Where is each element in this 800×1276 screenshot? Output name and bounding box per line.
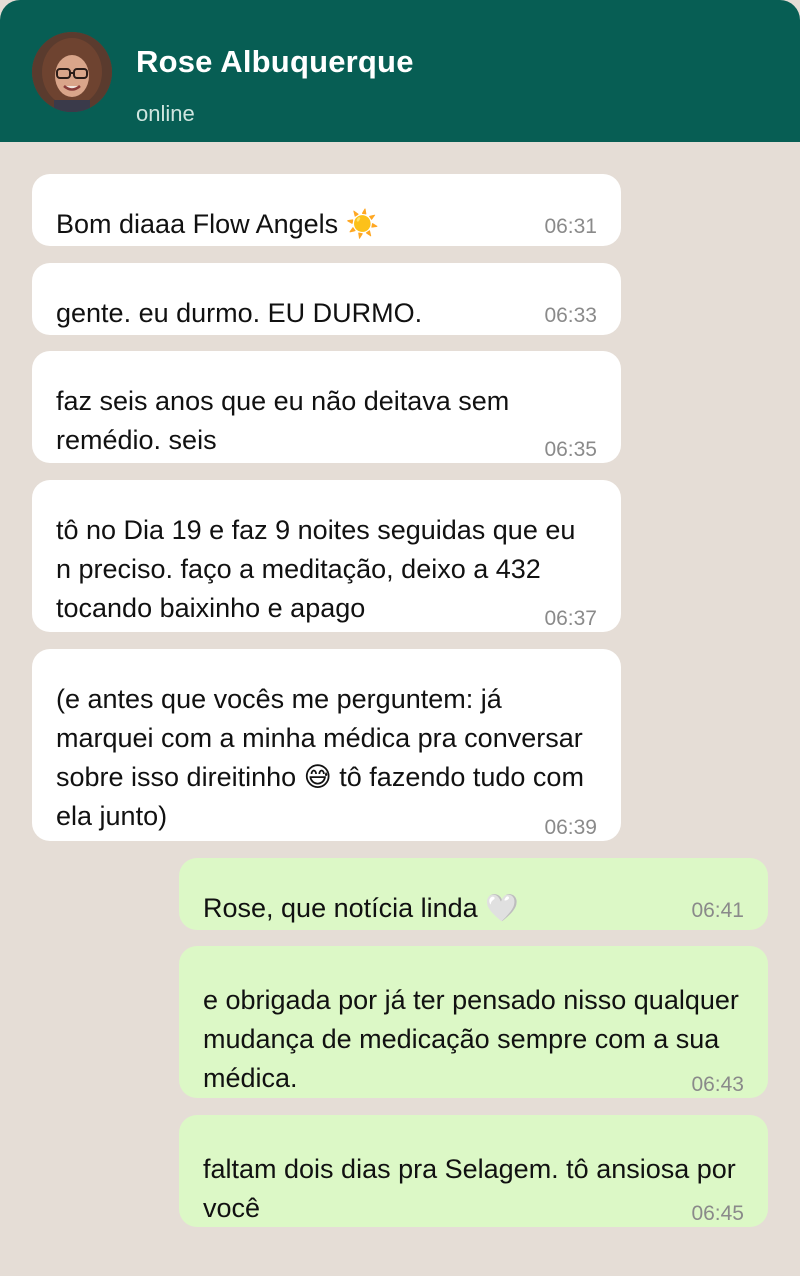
- message-bubble-incoming[interactable]: Bom diaaa Flow Angels ☀️ 06:31: [32, 174, 621, 246]
- message-time: 06:41: [691, 899, 744, 922]
- message-bubble-incoming[interactable]: tô no Dia 19 e faz 9 noites seguidas que…: [32, 480, 621, 632]
- message-bubble-outgoing[interactable]: e obrigada por já ter pensado nisso qual…: [179, 946, 768, 1098]
- message-bubble-outgoing[interactable]: Rose, que notícia linda 🤍 06:41: [179, 858, 768, 930]
- message-text: faltam dois dias pra Selagem. tô ansiosa…: [203, 1154, 736, 1223]
- message-text: e obrigada por já ter pensado nisso qual…: [203, 985, 739, 1093]
- message-text: faz seis anos que eu não deitava sem rem…: [56, 386, 510, 455]
- message-bubble-incoming[interactable]: gente. eu durmo. EU DURMO. 06:33: [32, 263, 621, 335]
- contact-name[interactable]: Rose Albuquerque: [136, 44, 414, 80]
- message-time: 06:31: [544, 215, 597, 238]
- message-text: tô no Dia 19 e faz 9 noites seguidas que…: [56, 515, 576, 623]
- message-time: 06:33: [544, 304, 597, 327]
- message-time: 06:39: [544, 816, 597, 839]
- message-bubble-incoming[interactable]: faz seis anos que eu não deitava sem rem…: [32, 351, 621, 463]
- contact-status: online: [136, 101, 195, 126]
- message-bubble-outgoing[interactable]: faltam dois dias pra Selagem. tô ansiosa…: [179, 1115, 768, 1227]
- avatar-photo: [32, 32, 112, 112]
- message-time: 06:43: [691, 1073, 744, 1096]
- chat-header: Rose Albuquerque online: [0, 0, 800, 142]
- message-text: (e antes que vocês me perguntem: já marq…: [56, 684, 584, 831]
- message-text: Bom diaaa Flow Angels ☀️: [56, 209, 380, 239]
- chat-window: Rose Albuquerque online Bom diaaa Flow A…: [0, 0, 800, 1276]
- message-time: 06:35: [544, 438, 597, 461]
- message-text: gente. eu durmo. EU DURMO.: [56, 298, 423, 328]
- message-bubble-incoming[interactable]: (e antes que vocês me perguntem: já marq…: [32, 649, 621, 841]
- message-time: 06:45: [691, 1202, 744, 1225]
- message-text: Rose, que notícia linda 🤍: [203, 893, 519, 923]
- message-time: 06:37: [544, 607, 597, 630]
- contact-avatar[interactable]: [32, 32, 112, 112]
